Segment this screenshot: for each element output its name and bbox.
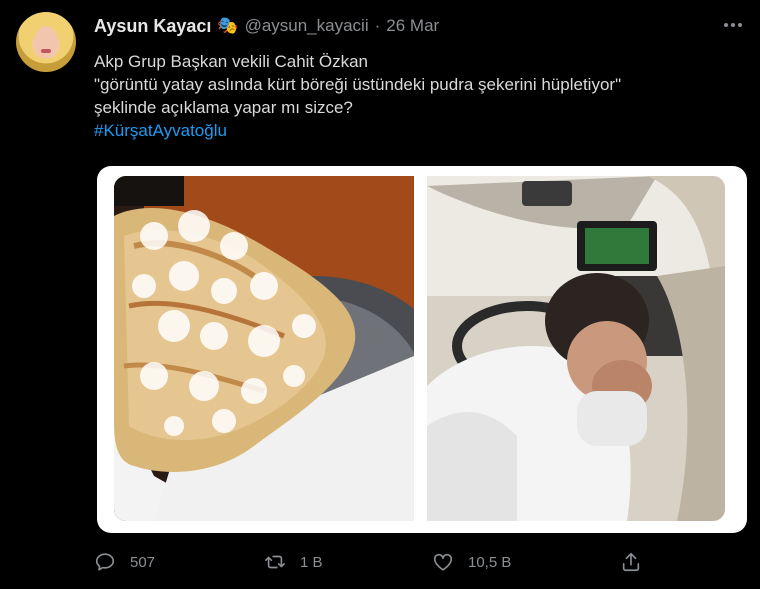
- pastry-photo[interactable]: [114, 176, 414, 521]
- tweet-text-line: şeklinde açıklama yapar mı sizce?: [94, 98, 353, 117]
- separator-dot: ·: [374, 16, 381, 35]
- more-dot: [724, 23, 728, 27]
- tweet-actions: 507 1 B 10,5 B: [0, 549, 760, 575]
- share-button[interactable]: [620, 549, 642, 575]
- more-dot: [731, 23, 735, 27]
- tweet-text-line: Akp Grup Başkan vekili Cahit Özkan: [94, 52, 369, 71]
- tweet-header: Aysun Kayacı 🎭 @aysun_kayacii · 26 Mar: [94, 15, 439, 37]
- user-handle[interactable]: @aysun_kayacii: [245, 16, 369, 36]
- hashtag-link[interactable]: #KürşatAyvatoğlu: [94, 119, 621, 142]
- display-name[interactable]: Aysun Kayacı: [94, 16, 211, 37]
- tweet-text: Akp Grup Başkan vekili Cahit Özkan "görü…: [94, 50, 621, 142]
- avatar-lips: [41, 49, 51, 53]
- more-options-icon[interactable]: [724, 14, 742, 36]
- heart-icon: [433, 553, 453, 571]
- man-in-car-photo[interactable]: [427, 176, 725, 521]
- retweet-count: 1 B: [300, 553, 323, 571]
- retweet-button[interactable]: 1 B: [264, 549, 323, 575]
- like-count: 10,5 B: [468, 553, 512, 571]
- theater-masks-emoji: 🎭: [217, 16, 239, 35]
- tweet-text-line: "görüntü yatay aslında kürt böreği üstün…: [94, 75, 622, 94]
- retweet-icon: [265, 555, 285, 569]
- reply-button[interactable]: 507: [94, 549, 155, 575]
- tweet-date[interactable]: 26 Mar: [386, 16, 439, 36]
- reply-icon: [95, 553, 115, 571]
- share-icon: [622, 552, 640, 572]
- avatar[interactable]: [16, 12, 76, 72]
- reply-count: 507: [130, 553, 156, 571]
- avatar-face: [34, 26, 58, 58]
- more-dot: [738, 23, 742, 27]
- like-button[interactable]: 10,5 B: [432, 549, 511, 575]
- media-container: [97, 166, 747, 533]
